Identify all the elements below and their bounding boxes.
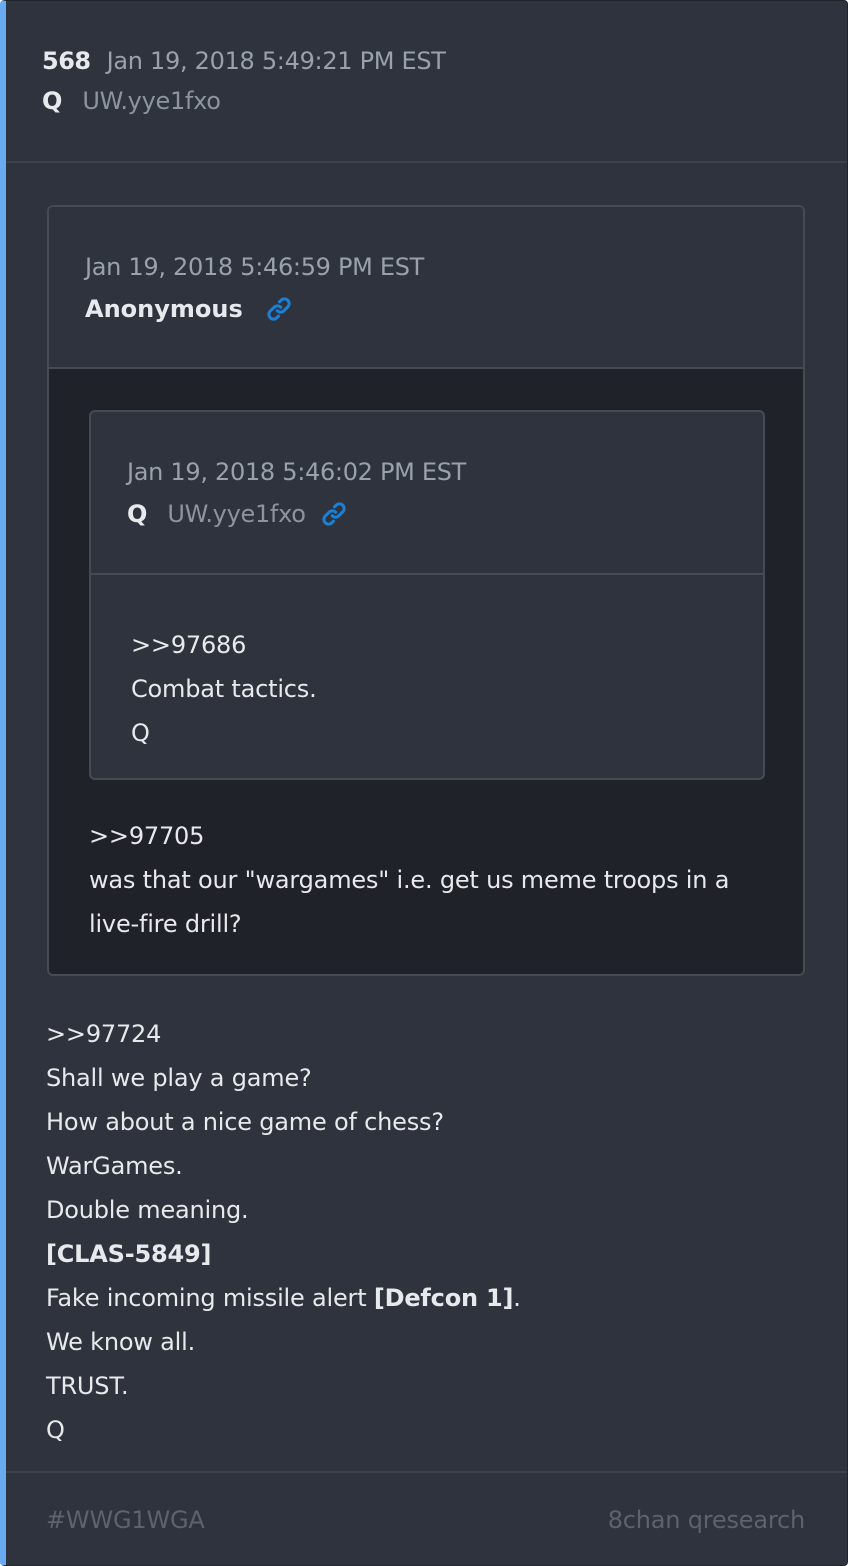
quoted-post-line: was that our "wargames" i.e. get us meme…: [89, 866, 730, 938]
reply-link[interactable]: >>97686: [131, 623, 763, 667]
post-footer: #WWG1WGA 8chan qresearch: [6, 1471, 847, 1565]
post-header: 568 Jan 19, 2018 5:49:21 PM EST Q UW.yye…: [6, 1, 847, 163]
bold-text: [CLAS-5849]: [46, 1240, 212, 1268]
link-icon[interactable]: [320, 500, 348, 528]
post-date: Jan 19, 2018 5:49:21 PM EST: [106, 47, 446, 75]
reply-link[interactable]: >>97705: [89, 814, 759, 858]
post-source: 8chan qresearch: [607, 1506, 805, 1534]
post-body: >>97724 Shall we play a game? How about …: [46, 1012, 521, 1452]
nested-quote-tripcode: UW.yye1fxo: [167, 500, 306, 528]
nested-quote-date: Jan 19, 2018 5:46:02 PM EST: [127, 458, 467, 486]
post-number[interactable]: 568: [42, 47, 91, 75]
text-segment: Fake incoming missile alert: [46, 1284, 374, 1312]
bold-text: [Defcon 1]: [373, 1284, 514, 1312]
post-line: WarGames.: [46, 1152, 183, 1180]
quoted-post-anonymous: Jan 19, 2018 5:46:59 PM EST Anonymous Ja…: [47, 205, 805, 976]
post-line: TRUST.: [46, 1372, 129, 1400]
post-line: Fake incoming missile alert [Defcon 1].: [46, 1276, 521, 1320]
post-line-bold: [CLAS-5849]: [46, 1232, 521, 1276]
quoted-post-author: Anonymous: [85, 295, 243, 323]
post-line: Double meaning.: [46, 1196, 249, 1224]
quoted-post-body: >>97705 was that our "wargames" i.e. get…: [89, 814, 759, 946]
quoted-post-q: Jan 19, 2018 5:46:02 PM EST Q UW.yye1fxo: [89, 410, 765, 780]
quoted-post-date: Jan 19, 2018 5:46:59 PM EST: [85, 253, 425, 281]
text-segment: .: [513, 1284, 521, 1312]
post-line: How about a nice game of chess?: [46, 1108, 444, 1136]
nested-quote-header: Jan 19, 2018 5:46:02 PM EST Q UW.yye1fxo: [91, 412, 763, 575]
post-author: Q: [42, 87, 63, 115]
quoted-post-header: Jan 19, 2018 5:46:59 PM EST Anonymous: [49, 207, 803, 369]
hashtag: #WWG1WGA: [46, 1506, 205, 1534]
post-line: Q: [46, 1416, 65, 1444]
link-icon[interactable]: [265, 295, 293, 323]
post-line: We know all.: [46, 1328, 196, 1356]
post-card: 568 Jan 19, 2018 5:49:21 PM EST Q UW.yye…: [0, 0, 848, 1566]
post-line: Shall we play a game?: [46, 1064, 312, 1092]
nested-quote-author: Q: [127, 500, 148, 528]
post-tripcode: UW.yye1fxo: [82, 87, 221, 115]
reply-link[interactable]: >>97724: [46, 1012, 521, 1056]
nested-quote-body: >>97686 Combat tactics. Q: [91, 575, 763, 755]
nested-quote-line: Q: [131, 719, 150, 747]
nested-quote-line: Combat tactics.: [131, 675, 317, 703]
